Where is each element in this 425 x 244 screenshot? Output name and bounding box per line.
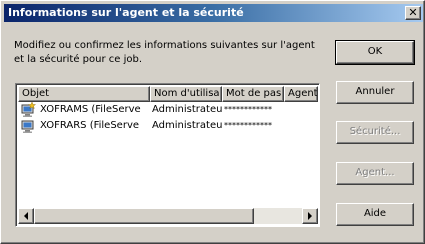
row-username: Administrateu bbox=[152, 104, 222, 115]
agent-button[interactable]: Agent... bbox=[336, 162, 414, 185]
cancel-button[interactable]: Annuler bbox=[336, 81, 414, 104]
arrow-left-icon bbox=[24, 212, 28, 220]
scroll-left-button[interactable] bbox=[18, 208, 34, 224]
column-header-agent[interactable]: Agent bbox=[284, 86, 318, 102]
row-object: XOFRARS (FileServe bbox=[40, 120, 140, 131]
agent-list[interactable]: Objet Nom d'utilisa Mot de pas Agent XOF… bbox=[15, 83, 320, 227]
scroll-right-button[interactable] bbox=[302, 208, 318, 224]
horizontal-scrollbar[interactable] bbox=[18, 208, 318, 224]
arrow-right-icon bbox=[308, 212, 312, 220]
computer-star-icon bbox=[21, 102, 36, 117]
scroll-thumb[interactable] bbox=[34, 208, 254, 224]
window-title: Informations sur l'agent et la sécurité bbox=[8, 6, 244, 19]
row-object: XOFRAMS (FileServe bbox=[40, 104, 141, 115]
description-text: Modifiez ou confirmez les informations s… bbox=[14, 40, 315, 65]
dialog-window: Informations sur l'agent et la sécurité … bbox=[0, 0, 425, 244]
row-password: ************ bbox=[224, 105, 272, 114]
title-bar[interactable]: Informations sur l'agent et la sécurité … bbox=[4, 4, 423, 22]
column-header-password[interactable]: Mot de pas bbox=[222, 86, 284, 102]
security-button[interactable]: Sécurité... bbox=[336, 121, 414, 144]
table-row[interactable]: XOFRARS (FileServe Administrateu *******… bbox=[18, 118, 318, 134]
computer-icon bbox=[21, 120, 34, 133]
column-header-object[interactable]: Objet bbox=[18, 86, 150, 102]
help-button[interactable]: Aide bbox=[336, 203, 414, 226]
row-username: Administrateu bbox=[152, 120, 222, 131]
ok-button[interactable]: OK bbox=[335, 40, 415, 65]
close-icon: ✕ bbox=[408, 6, 418, 19]
row-password: ************ bbox=[224, 121, 272, 130]
column-header-username[interactable]: Nom d'utilisa bbox=[150, 86, 222, 102]
list-header: Objet Nom d'utilisa Mot de pas Agent bbox=[18, 86, 318, 102]
table-row[interactable]: XOFRAMS (FileServe Administrateu *******… bbox=[18, 102, 318, 118]
close-button[interactable]: ✕ bbox=[405, 6, 421, 20]
